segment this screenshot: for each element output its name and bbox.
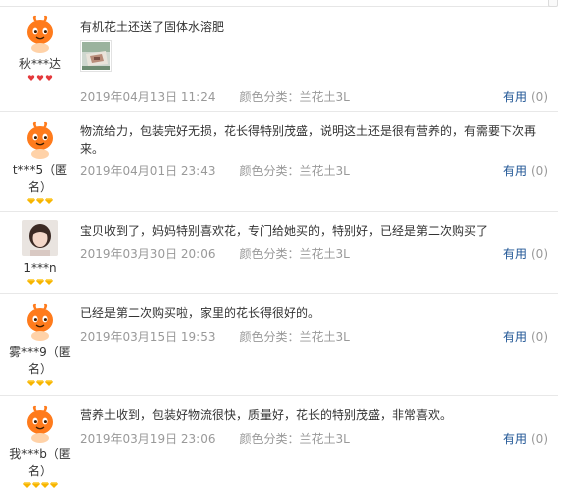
- reviewer-info: 秋***达: [4, 14, 76, 85]
- review-item: 1***n 宝贝收到了，妈妈特别喜欢花，专门给她买的，特别好，已经是第二次购买了…: [0, 212, 558, 294]
- heart-icon: [45, 75, 53, 81]
- review-item: 秋***达 有机花土还送了固体水溶肥 2019年04月13日 11:24 颜色分类…: [0, 8, 558, 112]
- review-content: 物流给力，包装完好无损，花长得特别茂盛，说明这土还是很有营养的，有需要下次再来。: [80, 122, 550, 158]
- sku-label: 颜色分类：: [239, 90, 300, 104]
- review-date: 2019年04月01日 23:43: [80, 164, 216, 178]
- diamond-icon: [45, 380, 53, 386]
- helpful-control: 有用 (0): [503, 430, 548, 448]
- diamond-icon: [36, 380, 44, 386]
- reviewer-level-badges: [4, 75, 76, 85]
- diamond-icon: [36, 198, 44, 204]
- reviewer-level-badges: [4, 279, 76, 289]
- review-date: 2019年03月30日 20:06: [80, 247, 216, 261]
- reviewer-name: 我***b（匿名）: [9, 447, 71, 478]
- diamond-icon: [27, 198, 35, 204]
- sku-value: 兰花土3L: [299, 164, 350, 178]
- helpful-button[interactable]: 有用: [503, 164, 527, 178]
- helpful-count: (0): [531, 330, 548, 344]
- reviewer-info: t***5（匿名）: [4, 120, 76, 208]
- avatar[interactable]: [20, 14, 60, 54]
- review-text: 营养土收到，包装好物流很快，质量好，花长的特别茂盛，非常喜欢。: [80, 408, 453, 422]
- diamond-icon: [31, 482, 40, 488]
- review-content: 已经是第二次购买啦，家里的花长得很好的。: [80, 304, 550, 322]
- helpful-button[interactable]: 有用: [503, 247, 527, 261]
- review-photo-image: [82, 42, 110, 70]
- previous-review-divider: [0, 0, 558, 7]
- reviewer-info: 1***n: [4, 220, 76, 289]
- scrollbar-corner[interactable]: [548, 0, 558, 7]
- avatar[interactable]: [20, 302, 60, 342]
- review-text: 物流给力，包装完好无损，花长得特别茂盛，说明这土还是很有营养的，有需要下次再来。: [80, 124, 537, 156]
- sku-label: 颜色分类：: [239, 432, 300, 446]
- diamond-icon: [27, 380, 35, 386]
- review-photo-thumbnail[interactable]: [80, 40, 112, 72]
- diamond-icon: [40, 482, 49, 488]
- review-text: 已经是第二次购买啦，家里的花长得很好的。: [80, 306, 321, 320]
- reviewer-info: 雾***9（匿名）: [4, 302, 76, 390]
- review-date: 2019年03月15日 19:53: [80, 330, 216, 344]
- review-text: 宝贝收到了，妈妈特别喜欢花，专门给她买的，特别好，已经是第二次购买了: [80, 224, 489, 238]
- reviewer-name: 雾***9（匿名）: [9, 345, 71, 376]
- avatar[interactable]: [20, 120, 60, 160]
- diamond-icon: [36, 279, 44, 285]
- heart-icon: [27, 75, 35, 81]
- review-meta: 2019年04月13日 11:24 颜色分类：兰花土3L 有用 (0): [80, 88, 548, 106]
- helpful-count: (0): [531, 432, 548, 446]
- review-list: 秋***达 有机花土还送了固体水溶肥 2019年04月13日 11:24 颜色分类…: [0, 8, 558, 488]
- reviewer-name: 1***n: [23, 261, 57, 275]
- sku-value: 兰花土3L: [299, 247, 350, 261]
- diamond-icon: [27, 279, 35, 285]
- diamond-icon: [22, 482, 31, 488]
- sku-value: 兰花土3L: [299, 90, 350, 104]
- helpful-control: 有用 (0): [503, 328, 548, 346]
- review-content: 有机花土还送了固体水溶肥: [80, 18, 550, 72]
- reviewer-name: t***5（匿名）: [12, 163, 68, 194]
- avatar[interactable]: [22, 220, 58, 256]
- sku-value: 兰花土3L: [299, 432, 350, 446]
- sku-label: 颜色分类：: [239, 247, 300, 261]
- helpful-count: (0): [531, 164, 548, 178]
- sku-label: 颜色分类：: [239, 330, 300, 344]
- reviewer-level-badges: [4, 198, 76, 208]
- diamond-icon: [45, 279, 53, 285]
- helpful-count: (0): [531, 90, 548, 104]
- review-content: 宝贝收到了，妈妈特别喜欢花，专门给她买的，特别好，已经是第二次购买了: [80, 222, 550, 240]
- review-content: 营养土收到，包装好物流很快，质量好，花长的特别茂盛，非常喜欢。: [80, 406, 550, 424]
- sku-value: 兰花土3L: [299, 330, 350, 344]
- reviewer-name: 秋***达: [18, 57, 61, 71]
- review-text: 有机花土还送了固体水溶肥: [80, 20, 225, 34]
- review-meta: 2019年03月19日 23:06 颜色分类：兰花土3L 有用 (0): [80, 430, 548, 448]
- helpful-control: 有用 (0): [503, 162, 548, 180]
- review-meta: 2019年04月01日 23:43 颜色分类：兰花土3L 有用 (0): [80, 162, 548, 180]
- reviewer-info: 我***b（匿名）: [4, 404, 76, 492]
- helpful-button[interactable]: 有用: [503, 90, 527, 104]
- avatar[interactable]: [20, 404, 60, 444]
- review-date: 2019年04月13日 11:24: [80, 90, 216, 104]
- sku-label: 颜色分类：: [239, 164, 300, 178]
- helpful-control: 有用 (0): [503, 245, 548, 263]
- diamond-icon: [45, 198, 53, 204]
- review-meta: 2019年03月15日 19:53 颜色分类：兰花土3L 有用 (0): [80, 328, 548, 346]
- review-item: 雾***9（匿名） 已经是第二次购买啦，家里的花长得很好的。 2019年03月1…: [0, 294, 558, 396]
- review-date: 2019年03月19日 23:06: [80, 432, 216, 446]
- heart-icon: [36, 75, 44, 81]
- helpful-control: 有用 (0): [503, 88, 548, 106]
- user-photo-image: [22, 220, 58, 256]
- diamond-icon: [49, 482, 58, 488]
- helpful-count: (0): [531, 247, 548, 261]
- helpful-button[interactable]: 有用: [503, 330, 527, 344]
- review-meta: 2019年03月30日 20:06 颜色分类：兰花土3L 有用 (0): [80, 245, 548, 263]
- reviewer-level-badges: [4, 380, 76, 390]
- helpful-button[interactable]: 有用: [503, 432, 527, 446]
- review-item: 我***b（匿名） 营养土收到，包装好物流很快，质量好，花长的特别茂盛，非常喜欢…: [0, 396, 558, 488]
- review-item: t***5（匿名） 物流给力，包装完好无损，花长得特别茂盛，说明这土还是很有营养…: [0, 112, 558, 212]
